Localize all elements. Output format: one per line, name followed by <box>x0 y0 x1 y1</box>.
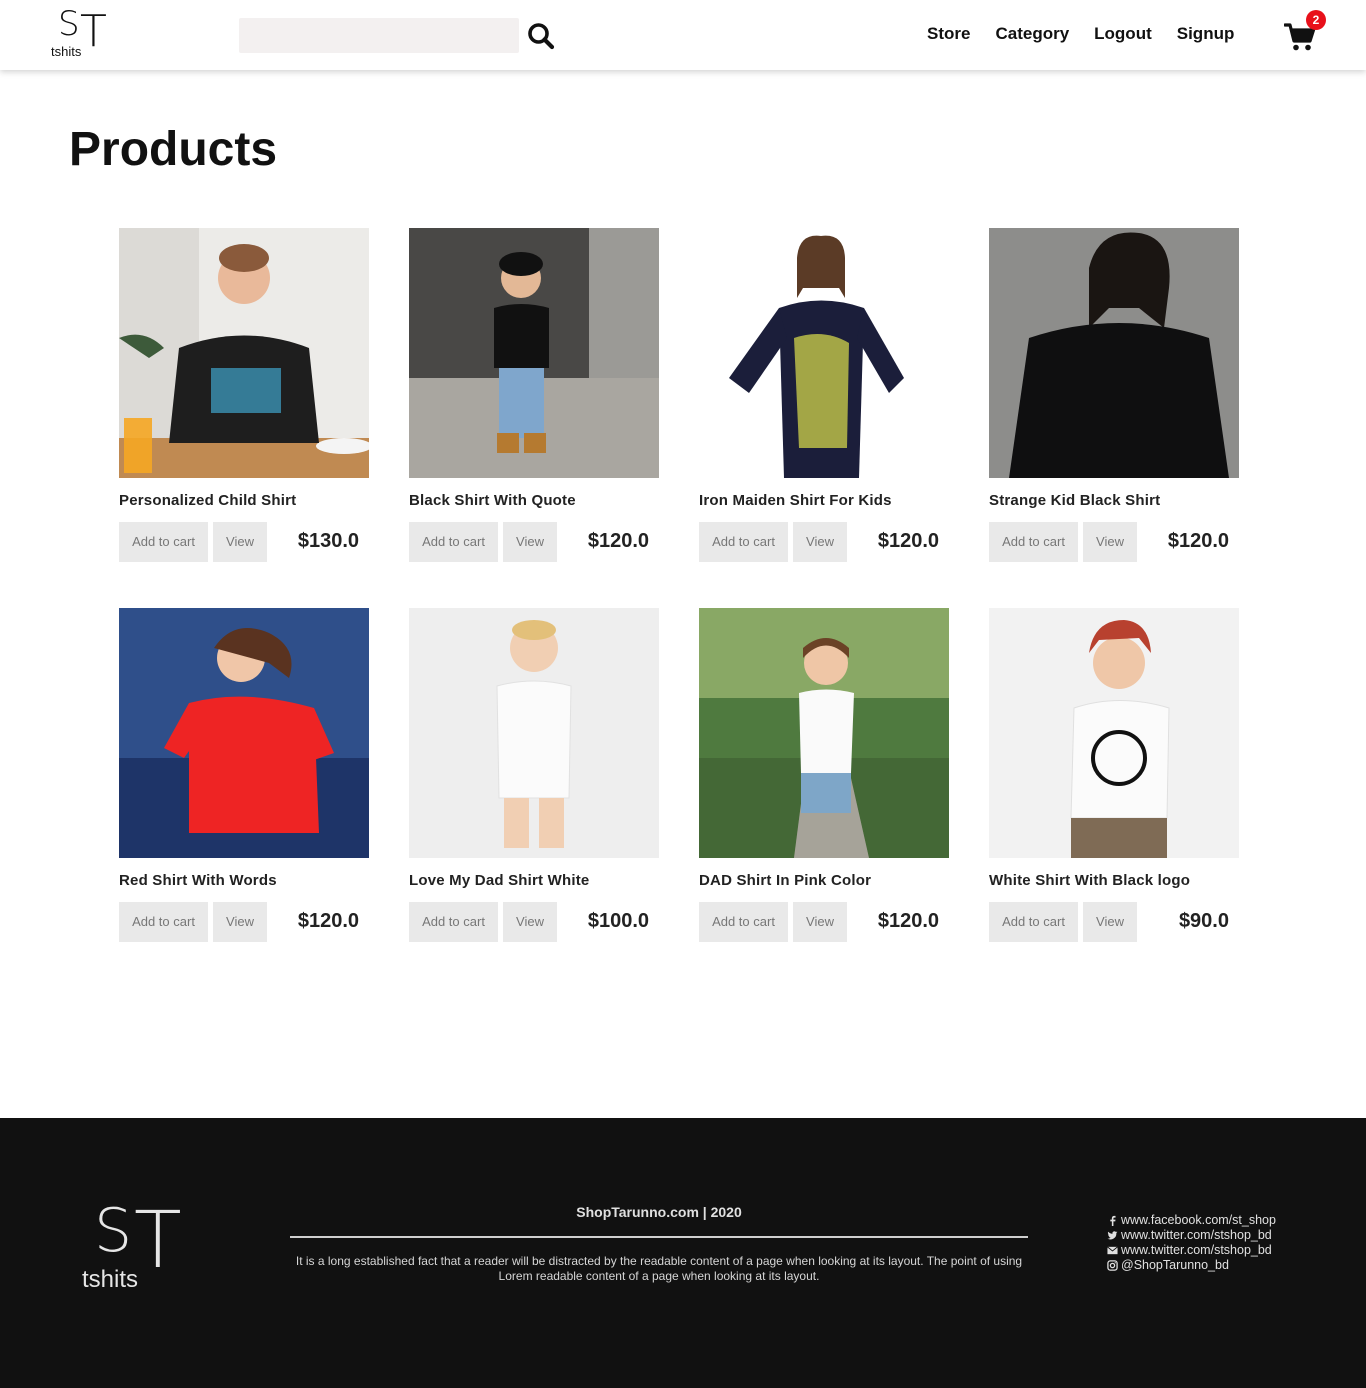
view-button[interactable]: View <box>503 902 557 942</box>
product-name[interactable]: Black Shirt With Quote <box>409 492 576 509</box>
footer-logo-letter-t: T <box>134 1196 182 1286</box>
email-icon <box>1107 1246 1118 1255</box>
product-price: $120.0 <box>877 530 939 552</box>
main-nav: Store Category Logout Signup <box>927 24 1259 44</box>
brand-logo[interactable]: S T tshits <box>48 4 108 60</box>
footer-link-label: www.twitter.com/stshop_bd <box>1121 1243 1272 1257</box>
search-icon[interactable] <box>527 22 555 50</box>
add-to-cart-button[interactable]: Add to cart <box>699 902 788 942</box>
product-name[interactable]: Iron Maiden Shirt For Kids <box>699 492 892 509</box>
footer-link-label: www.twitter.com/stshop_bd <box>1121 1228 1272 1242</box>
add-to-cart-button[interactable]: Add to cart <box>119 902 208 942</box>
footer-link-label: www.facebook.com/st_shop <box>1121 1213 1276 1227</box>
nav-link-signup[interactable]: Signup <box>1177 24 1235 44</box>
product-price: $120.0 <box>877 910 939 932</box>
product-image[interactable] <box>409 228 659 478</box>
footer-link-label: @ShopTarunno_bd <box>1121 1258 1229 1272</box>
product-card: DAD Shirt In Pink Color Add to cart View… <box>699 608 949 988</box>
product-name[interactable]: Strange Kid Black Shirt <box>989 492 1160 509</box>
view-button[interactable]: View <box>793 522 847 562</box>
footer-social-links: www.facebook.com/st_shop www.twitter.com… <box>1107 1213 1276 1273</box>
facebook-icon <box>1110 1215 1116 1226</box>
product-image[interactable] <box>409 608 659 858</box>
view-button[interactable]: View <box>503 522 557 562</box>
product-image[interactable] <box>119 608 369 858</box>
product-price: $120.0 <box>1167 530 1229 552</box>
footer: S T tshits ShopTarunno.com | 2020 It is … <box>0 1118 1366 1388</box>
product-image[interactable] <box>119 228 369 478</box>
product-name[interactable]: DAD Shirt In Pink Color <box>699 872 871 889</box>
product-name[interactable]: Love My Dad Shirt White <box>409 872 589 889</box>
logo-letter-t: T <box>80 6 107 57</box>
logo-tagline: tshits <box>50 44 83 59</box>
view-button[interactable]: View <box>213 902 267 942</box>
footer-logo-tagline: tshits <box>80 1266 141 1294</box>
product-card: White Shirt With Black logo Add to cart … <box>989 608 1239 988</box>
product-price: $120.0 <box>297 910 359 932</box>
footer-center: ShopTarunno.com | 2020 It is a long esta… <box>290 1204 1028 1284</box>
logo-letter-s: S <box>58 4 80 44</box>
product-price: $90.0 <box>1178 910 1229 932</box>
add-to-cart-button[interactable]: Add to cart <box>409 522 498 562</box>
product-card: Iron Maiden Shirt For Kids Add to cart V… <box>699 228 949 608</box>
product-card: Love My Dad Shirt White Add to cart View… <box>409 608 659 988</box>
product-card: Strange Kid Black Shirt Add to cart View… <box>989 228 1239 608</box>
nav-link-logout[interactable]: Logout <box>1094 24 1152 44</box>
footer-description: It is a long established fact that a rea… <box>295 1254 1023 1283</box>
view-button[interactable]: View <box>213 522 267 562</box>
product-image[interactable] <box>989 228 1239 478</box>
nav-link-store[interactable]: Store <box>927 24 970 44</box>
product-price: $100.0 <box>587 910 649 932</box>
product-image[interactable] <box>699 608 949 858</box>
product-image[interactable] <box>699 228 949 478</box>
add-to-cart-button[interactable]: Add to cart <box>989 522 1078 562</box>
product-card: Black Shirt With Quote Add to cart View … <box>409 228 659 608</box>
product-card: Red Shirt With Words Add to cart View $1… <box>119 608 369 988</box>
nav-link-category[interactable]: Category <box>995 24 1069 44</box>
footer-link-instagram[interactable]: @ShopTarunno_bd <box>1107 1258 1276 1273</box>
view-button[interactable]: View <box>1083 902 1137 942</box>
product-grid: Personalized Child Shirt Add to cart Vie… <box>119 228 1239 988</box>
cart-count-badge: 2 <box>1306 10 1326 30</box>
add-to-cart-button[interactable]: Add to cart <box>699 522 788 562</box>
add-to-cart-button[interactable]: Add to cart <box>119 522 208 562</box>
view-button[interactable]: View <box>793 902 847 942</box>
product-card: Personalized Child Shirt Add to cart Vie… <box>119 228 369 608</box>
top-navbar: S T tshits Store Category Logout Signup … <box>0 0 1366 70</box>
footer-link-facebook[interactable]: www.facebook.com/st_shop <box>1107 1213 1276 1228</box>
product-name[interactable]: Personalized Child Shirt <box>119 492 296 509</box>
add-to-cart-button[interactable]: Add to cart <box>989 902 1078 942</box>
footer-copyright: ShopTarunno.com | 2020 <box>576 1204 742 1220</box>
instagram-icon <box>1107 1260 1118 1271</box>
search-input[interactable] <box>239 18 519 53</box>
product-price: $120.0 <box>587 530 649 552</box>
footer-logo: S T tshits <box>78 1196 188 1300</box>
twitter-icon <box>1107 1231 1118 1240</box>
view-button[interactable]: View <box>1083 522 1137 562</box>
footer-link-email[interactable]: www.twitter.com/stshop_bd <box>1107 1243 1276 1258</box>
footer-divider <box>290 1236 1028 1238</box>
footer-logo-letter-s: S <box>94 1196 132 1266</box>
product-price: $130.0 <box>297 530 359 552</box>
add-to-cart-button[interactable]: Add to cart <box>409 902 498 942</box>
product-name[interactable]: White Shirt With Black logo <box>989 872 1190 889</box>
page-title: Products <box>69 123 278 176</box>
product-name[interactable]: Red Shirt With Words <box>119 872 277 889</box>
footer-link-twitter[interactable]: www.twitter.com/stshop_bd <box>1107 1228 1276 1243</box>
product-image[interactable] <box>989 608 1239 858</box>
